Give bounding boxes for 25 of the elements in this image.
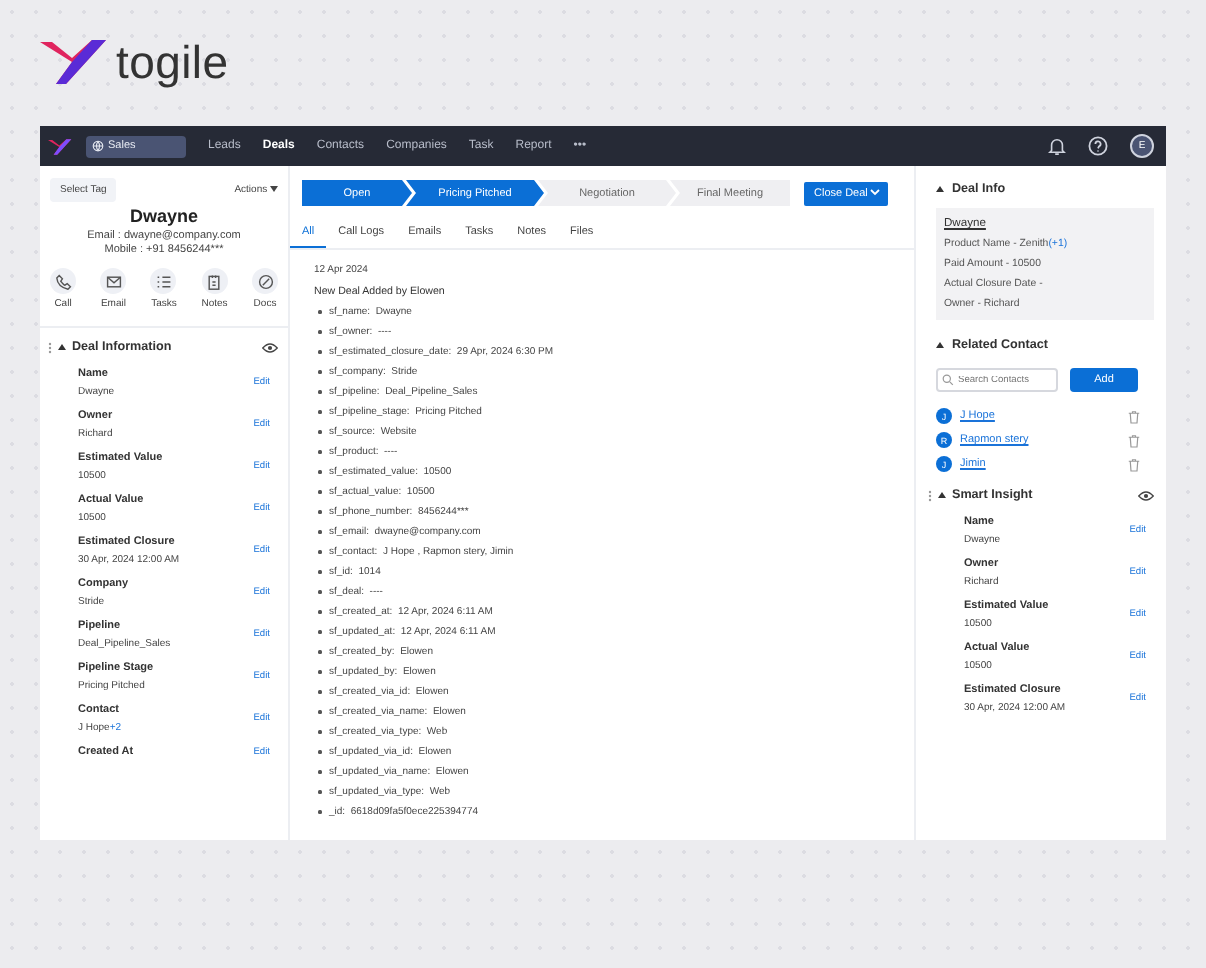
collapse-icon[interactable] bbox=[936, 186, 944, 192]
tasks-icon bbox=[150, 268, 177, 294]
logo-icon bbox=[40, 38, 108, 86]
contact-name: Dwayne bbox=[127, 206, 200, 226]
collapse-icon[interactable] bbox=[936, 342, 944, 348]
logo-icon bbox=[48, 137, 72, 155]
bell-icon[interactable] bbox=[1048, 136, 1066, 156]
eye-icon[interactable] bbox=[1138, 489, 1154, 501]
help-icon[interactable] bbox=[1088, 136, 1108, 156]
delete-icon[interactable] bbox=[1128, 457, 1140, 471]
docs-icon bbox=[252, 268, 278, 294]
globe-icon bbox=[92, 140, 104, 152]
collapse-icon[interactable] bbox=[58, 344, 66, 350]
email-icon bbox=[100, 268, 127, 294]
drag-handle-icon[interactable] bbox=[48, 341, 52, 353]
caret-icon bbox=[870, 187, 881, 195]
call-icon bbox=[50, 268, 76, 294]
drag-handle-icon[interactable] bbox=[928, 489, 932, 501]
notes-icon bbox=[201, 268, 228, 294]
eye-icon[interactable] bbox=[262, 341, 278, 353]
delete-icon[interactable] bbox=[1128, 433, 1140, 447]
caret-icon bbox=[270, 186, 278, 192]
delete-icon[interactable] bbox=[1128, 409, 1140, 423]
collapse-icon[interactable] bbox=[938, 492, 946, 498]
brand-name: togile bbox=[116, 35, 229, 89]
